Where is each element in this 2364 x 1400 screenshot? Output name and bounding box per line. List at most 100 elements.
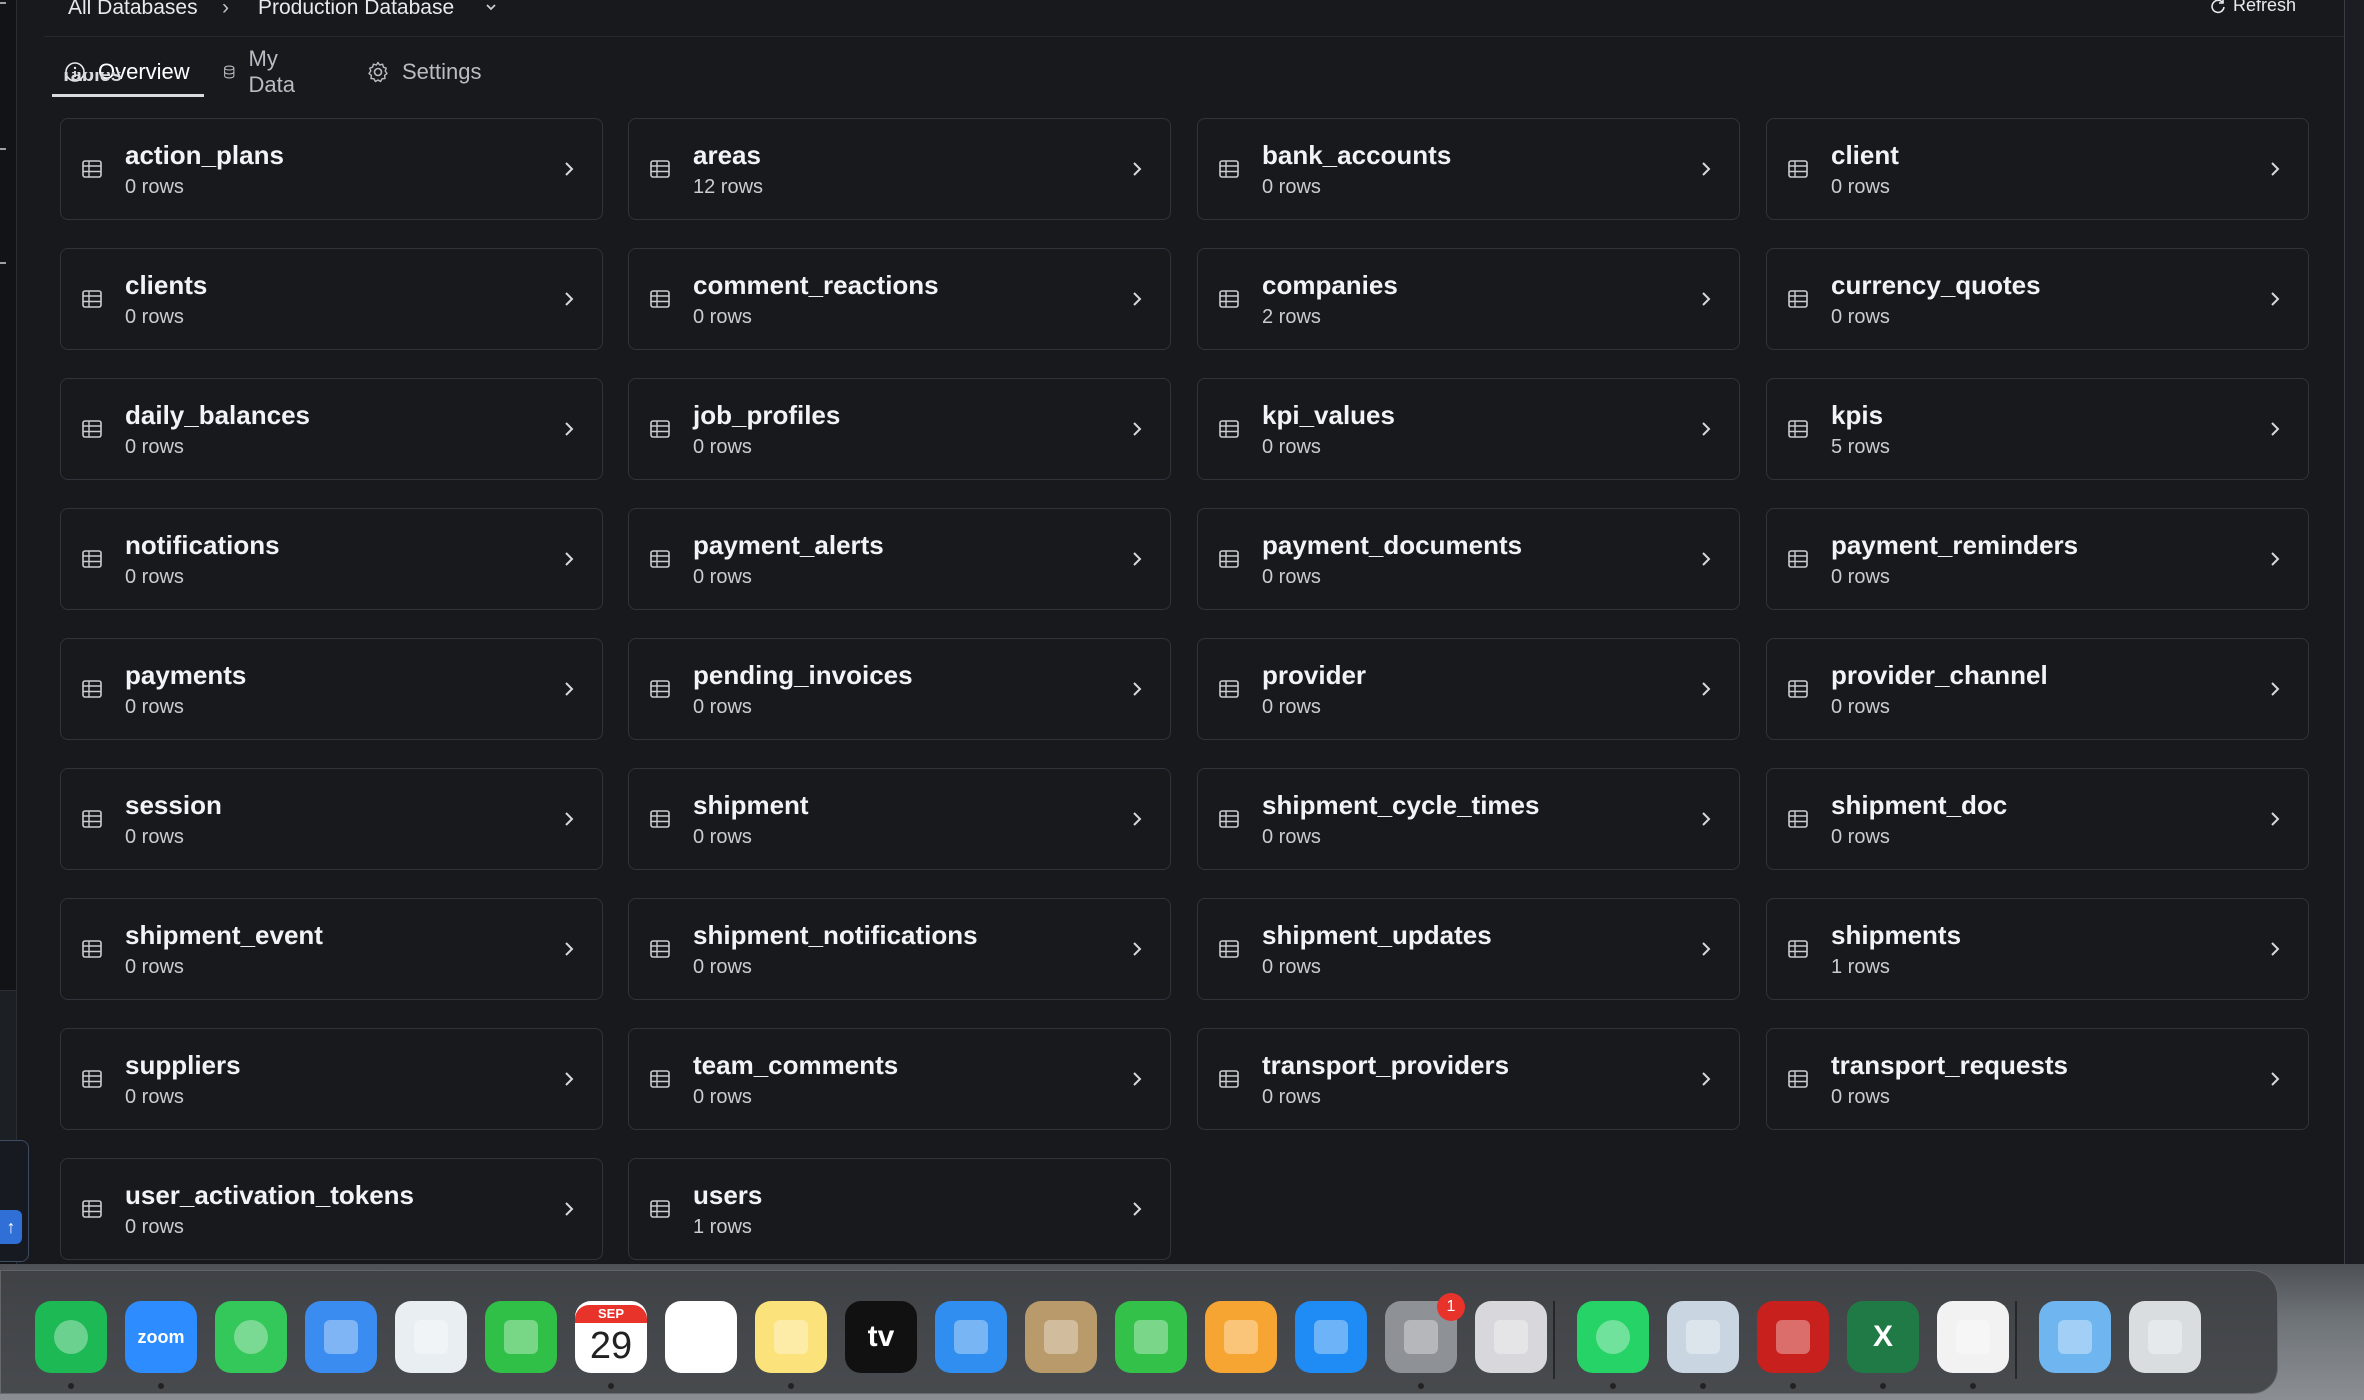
chevron-right-icon	[1697, 810, 1715, 828]
table-name: payments	[125, 660, 247, 690]
chevron-right-icon	[1697, 680, 1715, 698]
table-card-transport-requests[interactable]: transport_requests 0 rows	[1766, 1028, 2309, 1130]
table-card-shipment-doc[interactable]: shipment_doc 0 rows	[1766, 768, 2309, 870]
sidebar-item-marker[interactable]	[0, 2, 6, 4]
spotify-icon[interactable]	[35, 1301, 107, 1373]
table-card-areas[interactable]: areas 12 rows	[628, 118, 1171, 220]
table-card-user-activation-tokens[interactable]: user_activation_tokens 0 rows	[60, 1158, 603, 1260]
table-card-team-comments[interactable]: team_comments 0 rows	[628, 1028, 1171, 1130]
refresh-button[interactable]: Refresh	[2209, 0, 2296, 16]
table-row-count: 0 rows	[1262, 176, 1321, 198]
chevron-right-icon	[2266, 680, 2284, 698]
table-card-users[interactable]: users 1 rows	[628, 1158, 1171, 1260]
numbers-icon[interactable]	[1115, 1301, 1187, 1373]
calendar-icon[interactable]: SEP 29	[575, 1301, 647, 1373]
table-card-payment-documents[interactable]: payment_documents 0 rows	[1197, 508, 1740, 610]
table-card-payment-reminders[interactable]: payment_reminders 0 rows	[1766, 508, 2309, 610]
table-card-companies[interactable]: companies 2 rows	[1197, 248, 1740, 350]
table-card-kpi-values[interactable]: kpi_values 0 rows	[1197, 378, 1740, 480]
notes-icon[interactable]	[755, 1301, 827, 1373]
app-store-icon[interactable]	[1295, 1301, 1367, 1373]
table-card-bank-accounts[interactable]: bank_accounts 0 rows	[1197, 118, 1740, 220]
microsoft-installer-icon[interactable]	[1937, 1301, 2009, 1373]
database-dropdown[interactable]	[484, 0, 498, 20]
downloads-icon[interactable]	[2039, 1301, 2111, 1373]
tab-my-data[interactable]: My Data	[222, 46, 302, 97]
chevron-right-icon	[1697, 550, 1715, 568]
table-card-payment-alerts[interactable]: payment_alerts 0 rows	[628, 508, 1171, 610]
running-indicator	[158, 1383, 164, 1389]
table-card-suppliers[interactable]: suppliers 0 rows	[60, 1028, 603, 1130]
apple-tv-icon[interactable]: tv	[845, 1301, 917, 1373]
table-card-transport-providers[interactable]: transport_providers 0 rows	[1197, 1028, 1740, 1130]
mail-icon[interactable]	[305, 1301, 377, 1373]
apple-tv-label: tv	[867, 1320, 895, 1353]
chevron-right-icon	[560, 1200, 578, 1218]
table-icon	[81, 938, 103, 960]
table-name: provider_channel	[1831, 660, 2048, 690]
table-card-session[interactable]: session 0 rows	[60, 768, 603, 870]
zoom-icon[interactable]: zoom	[125, 1301, 197, 1373]
preview-icon[interactable]	[1667, 1301, 1739, 1373]
contacts-icon[interactable]	[1025, 1301, 1097, 1373]
table-card-shipment-updates[interactable]: shipment_updates 0 rows	[1197, 898, 1740, 1000]
table-card-payments[interactable]: payments 0 rows	[60, 638, 603, 740]
table-card-shipments[interactable]: shipments 1 rows	[1766, 898, 2309, 1000]
table-card-notifications[interactable]: notifications 0 rows	[60, 508, 603, 610]
table-card-job-profiles[interactable]: job_profiles 0 rows	[628, 378, 1171, 480]
chevron-down-icon	[486, 4, 496, 11]
table-card-provider[interactable]: provider 0 rows	[1197, 638, 1740, 740]
table-icon	[1787, 158, 1809, 180]
breadcrumb-all-databases[interactable]: All Databases	[68, 0, 198, 20]
trash-icon[interactable]	[2129, 1301, 2201, 1373]
chevron-right-icon	[1128, 160, 1146, 178]
table-card-provider-channel[interactable]: provider_channel 0 rows	[1766, 638, 2309, 740]
running-indicator	[608, 1383, 614, 1389]
chevron-right-icon	[560, 940, 578, 958]
chevron-right-icon	[1697, 940, 1715, 958]
sidebar-item-marker[interactable]	[0, 262, 6, 264]
chevron-right-icon	[560, 420, 578, 438]
table-name: client	[1831, 140, 1899, 170]
table-icon	[81, 418, 103, 440]
table-card-shipment-notifications[interactable]: shipment_notifications 0 rows	[628, 898, 1171, 1000]
downloads-glyph	[2058, 1320, 2092, 1354]
table-row-count: 1 rows	[1831, 956, 1890, 978]
table-card-comment-reactions[interactable]: comment_reactions 0 rows	[628, 248, 1171, 350]
table-card-action-plans[interactable]: action_plans 0 rows	[60, 118, 603, 220]
excel-icon[interactable]: X	[1847, 1301, 1919, 1373]
table-card-pending-invoices[interactable]: pending_invoices 0 rows	[628, 638, 1171, 740]
chevron-right-icon	[2266, 420, 2284, 438]
breadcrumb-current-database[interactable]: Production Database	[258, 0, 454, 20]
table-card-shipment-event[interactable]: shipment_event 0 rows	[60, 898, 603, 1000]
facetime-icon[interactable]	[485, 1301, 557, 1373]
whatsapp-icon[interactable]	[1577, 1301, 1649, 1373]
messages-icon[interactable]	[215, 1301, 287, 1373]
table-row-count: 0 rows	[1262, 696, 1321, 718]
table-card-currency-quotes[interactable]: currency_quotes 0 rows	[1766, 248, 2309, 350]
table-name: bank_accounts	[1262, 140, 1452, 170]
iphone-mirroring-icon[interactable]	[1475, 1301, 1547, 1373]
table-card-kpis[interactable]: kpis 5 rows	[1766, 378, 2309, 480]
table-card-daily-balances[interactable]: daily_balances 0 rows	[60, 378, 603, 480]
maps-icon[interactable]	[395, 1301, 467, 1373]
notification-badge: 1	[1437, 1293, 1465, 1321]
acrobat-icon[interactable]	[1757, 1301, 1829, 1373]
calendar-month: SEP	[575, 1305, 647, 1323]
dock-separator	[1553, 1301, 1555, 1379]
table-name: payment_documents	[1262, 530, 1523, 560]
running-indicator	[1418, 1383, 1424, 1389]
table-card-clients[interactable]: clients 0 rows	[60, 248, 603, 350]
table-card-shipment-cycle-times[interactable]: shipment_cycle_times 0 rows	[1197, 768, 1740, 870]
running-indicator	[1970, 1383, 1976, 1389]
table-card-client[interactable]: client 0 rows	[1766, 118, 2309, 220]
tab-settings[interactable]: Settings	[366, 50, 482, 94]
pages-icon[interactable]	[1205, 1301, 1277, 1373]
system-settings-icon[interactable]: 1	[1385, 1293, 1465, 1373]
sidebar-item-marker[interactable]	[0, 148, 6, 150]
table-card-shipment[interactable]: shipment 0 rows	[628, 768, 1171, 870]
reminders-icon[interactable]	[665, 1301, 737, 1373]
keynote-icon[interactable]	[935, 1301, 1007, 1373]
scroll-to-top-button[interactable]: ↑	[0, 1210, 22, 1244]
chevron-right-icon	[1128, 810, 1146, 828]
